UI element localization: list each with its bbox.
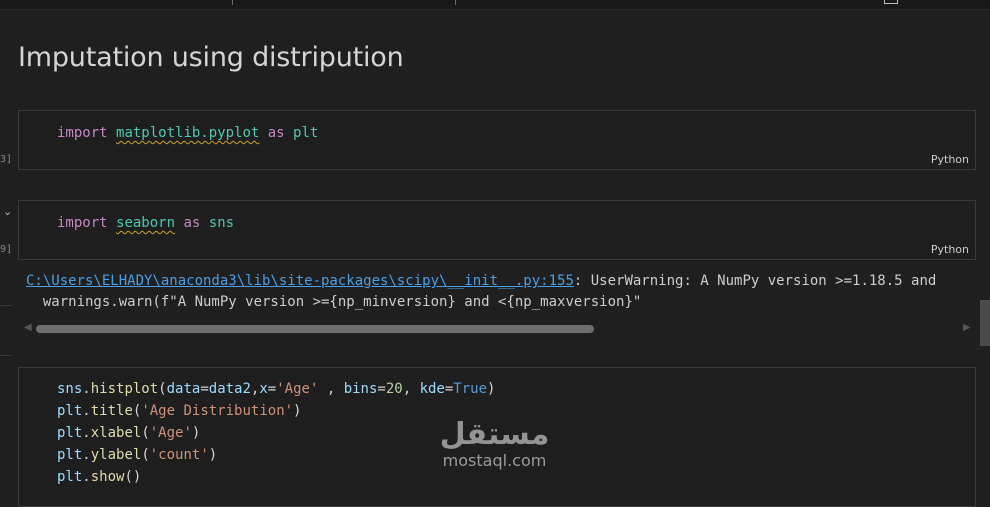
horizontal-scrollbar-thumb[interactable]	[36, 325, 594, 333]
code-token: data	[166, 381, 201, 397]
execution-count: 3]	[0, 154, 13, 165]
code-token: plt	[57, 403, 83, 419]
module-name: matplotlib.pyplot	[116, 125, 260, 141]
code-cell[interactable]: import seaborn as sns Python	[18, 200, 976, 260]
scroll-right-arrow-icon[interactable]: ▶	[963, 322, 971, 333]
layout-icon[interactable]	[884, 0, 898, 4]
tab-divider	[232, 0, 233, 5]
module-alias: plt	[293, 125, 319, 141]
code-token: title	[90, 403, 133, 419]
window-top-bar	[0, 0, 990, 10]
module-name: seaborn	[116, 215, 176, 231]
code-token: plt	[57, 447, 83, 463]
warning-line: warnings.warn(f"A NumPy version >={np_mi…	[26, 294, 642, 310]
code-line[interactable]: import seaborn as sns	[57, 212, 234, 234]
code-token: plt	[57, 469, 83, 485]
markdown-heading: Imputation using distripution	[18, 42, 404, 73]
code-token: xlabel	[90, 425, 142, 441]
vertical-scrollbar-thumb[interactable]	[980, 300, 990, 346]
watermark-arabic: مستقل	[439, 417, 550, 452]
keyword: import	[57, 215, 108, 231]
keyword: as	[267, 125, 285, 141]
code-block[interactable]: sns.histplot(data=data2,x='Age' , bins=2…	[57, 378, 495, 488]
code-token: sns	[57, 381, 83, 397]
code-token: 'Age'	[149, 425, 192, 441]
chevron-down-icon[interactable]: ⌄	[3, 205, 12, 218]
cell-output: C:\Users\ELHADY\anaconda3\lib\site-packa…	[26, 271, 936, 313]
keyword: as	[183, 215, 201, 231]
code-token: data2	[208, 381, 251, 397]
execution-count: 9]	[0, 244, 13, 255]
tab-divider	[455, 0, 456, 5]
cell-language-label[interactable]: Python	[931, 243, 969, 256]
file-path-link[interactable]: C:\Users\ELHADY\anaconda3\lib\site-packa…	[26, 273, 574, 289]
code-token: 'count'	[149, 447, 209, 463]
code-token: x	[259, 381, 268, 397]
code-token: kde	[419, 381, 445, 397]
watermark-latin: mostaql.com	[442, 451, 547, 470]
code-cell[interactable]: import matplotlib.pyplot as plt Python	[18, 110, 976, 170]
output-divider	[0, 305, 12, 306]
code-token: plt	[57, 425, 83, 441]
watermark-logo: مستقل mostaql.com	[432, 418, 557, 470]
output-divider	[0, 355, 12, 356]
code-token: histplot	[90, 381, 159, 397]
code-token: 'Age'	[276, 381, 319, 397]
keyword: import	[57, 125, 108, 141]
module-alias: sns	[208, 215, 235, 231]
code-line[interactable]: import matplotlib.pyplot as plt	[57, 122, 318, 144]
code-token: True	[453, 381, 488, 397]
code-token: 20	[385, 381, 403, 397]
code-token: ylabel	[90, 447, 142, 463]
warning-text: : UserWarning: A NumPy version >=1.18.5 …	[573, 273, 937, 289]
code-token: bins	[343, 381, 378, 397]
code-token: 'Age Distribution'	[141, 403, 294, 419]
scroll-left-arrow-icon[interactable]: ◀	[24, 322, 32, 333]
code-token: show	[90, 469, 125, 485]
cell-language-label[interactable]: Python	[931, 153, 969, 166]
